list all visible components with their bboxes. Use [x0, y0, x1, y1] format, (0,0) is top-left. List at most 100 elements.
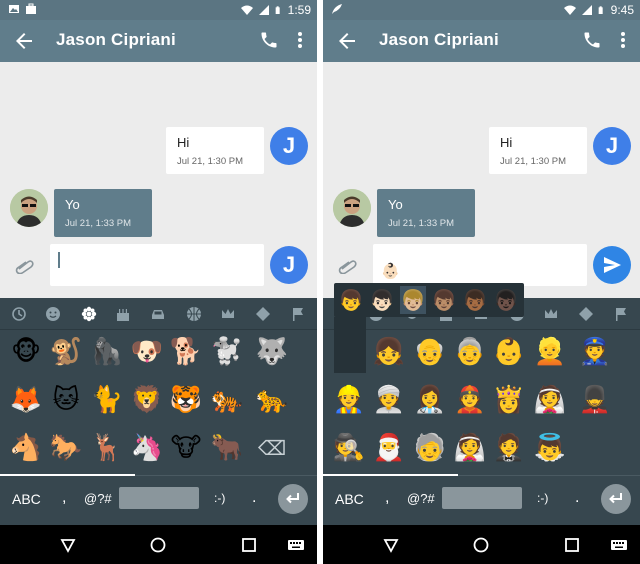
diamond-icon[interactable]	[255, 306, 271, 322]
emoji-key[interactable]: 🐆	[254, 382, 290, 418]
period-key[interactable]: .	[575, 489, 579, 507]
emoji-key[interactable]: 🐶	[129, 334, 165, 370]
phone-call-icon[interactable]	[582, 30, 602, 50]
emoji-key[interactable]: 🐵	[8, 334, 44, 370]
contact-avatar[interactable]	[333, 189, 371, 227]
skin-tone-option[interactable]: 👦🏽	[431, 286, 457, 314]
emoji-key[interactable]: 🦍	[89, 334, 125, 370]
emoji-key[interactable]: 🐂	[209, 430, 245, 466]
home-nav-icon[interactable]	[150, 537, 166, 553]
recents-nav-icon[interactable]	[241, 537, 257, 553]
emoji-key[interactable]: 🐕	[168, 334, 204, 370]
back-nav-icon[interactable]	[60, 537, 76, 553]
more-options-icon[interactable]	[293, 30, 307, 50]
send-button[interactable]	[593, 246, 631, 284]
enter-key[interactable]	[601, 484, 631, 514]
crown-icon[interactable]	[220, 306, 236, 322]
skin-tone-option[interactable]: 👦🏿	[493, 286, 519, 314]
period-key[interactable]: .	[252, 489, 256, 507]
keyboard-switch-icon[interactable]	[610, 537, 628, 553]
emoji-key[interactable]: 🦌	[89, 430, 125, 466]
skin-tone-option[interactable]: 👦🏼	[400, 286, 426, 314]
emoji-key[interactable]: 🐅	[209, 382, 245, 418]
emoji-key[interactable]: 👶	[491, 334, 527, 370]
emoji-key[interactable]: 👰	[452, 430, 488, 466]
smiley-icon[interactable]	[45, 306, 61, 322]
emoji-key[interactable]: 🐩	[209, 334, 245, 370]
emoji-key[interactable]: 💂	[577, 382, 613, 418]
emoji-key[interactable]: 🎅	[371, 430, 407, 466]
self-avatar[interactable]: J	[593, 127, 631, 165]
emoji-key[interactable]: 🧓	[412, 430, 448, 466]
incoming-message-bubble[interactable]: Yo Jul 21, 1:33 PM	[377, 189, 475, 237]
abc-key[interactable]: ABC	[12, 491, 41, 507]
cake-icon[interactable]	[115, 306, 131, 322]
emoji-key[interactable]: 👱	[532, 334, 568, 370]
emoji-key[interactable]: 👷	[331, 382, 367, 418]
emoji-key[interactable]: 👰	[532, 382, 568, 418]
comma-key[interactable]: ,	[385, 489, 389, 507]
emoji-key[interactable]: 🐮	[168, 430, 204, 466]
emoji-key[interactable]: 🐺	[254, 334, 290, 370]
emoji-key[interactable]: 👳	[371, 382, 407, 418]
comma-key[interactable]: ,	[62, 489, 66, 507]
flower-icon[interactable]	[81, 306, 97, 322]
emoji-key[interactable]: 👸	[491, 382, 527, 418]
emoji-key[interactable]: 👵	[452, 334, 488, 370]
symbols-key[interactable]: @?#	[407, 491, 435, 506]
recents-nav-icon[interactable]	[564, 537, 580, 553]
more-options-icon[interactable]	[616, 30, 630, 50]
crown-icon[interactable]	[543, 306, 559, 322]
emoji-key[interactable]: 🐴	[8, 430, 44, 466]
message-input[interactable]	[50, 244, 264, 286]
skin-tone-option[interactable]: 👦	[338, 286, 364, 314]
emoji-key[interactable]: 🦄	[129, 430, 165, 466]
emoticon-key[interactable]: :-)	[214, 491, 225, 505]
emoji-key[interactable]: 👼	[532, 430, 568, 466]
keyboard-switch-icon[interactable]	[287, 537, 305, 553]
flag-icon[interactable]	[290, 306, 306, 322]
backspace-key[interactable]: ⌫	[254, 430, 290, 466]
emoji-key[interactable]: 🐎	[48, 430, 84, 466]
incoming-message-bubble[interactable]: Yo Jul 21, 1:33 PM	[54, 189, 152, 237]
back-arrow-icon[interactable]	[12, 29, 36, 53]
outgoing-message-bubble[interactable]: Hi Jul 21, 1:30 PM	[489, 127, 587, 174]
attach-icon[interactable]	[14, 258, 36, 274]
emoji-key[interactable]: 🐈	[89, 382, 125, 418]
emoji-key[interactable]: 👮	[577, 334, 613, 370]
emoji-key[interactable]: 🕵	[331, 430, 367, 466]
emoticon-key[interactable]: :-)	[537, 491, 548, 505]
space-key[interactable]	[119, 487, 199, 509]
emoji-key[interactable]: 👧	[371, 334, 407, 370]
emoji-key[interactable]: 🦊	[8, 382, 44, 418]
contact-avatar[interactable]	[10, 189, 48, 227]
symbols-key[interactable]: @?#	[84, 491, 112, 506]
message-input[interactable]: 👶🏻	[373, 244, 587, 286]
send-avatar-button[interactable]: J	[270, 246, 308, 284]
emoji-key[interactable]: 🐯	[168, 382, 204, 418]
skin-tone-option[interactable]: 👦🏾	[462, 286, 488, 314]
flag-icon[interactable]	[613, 306, 629, 322]
enter-key[interactable]	[278, 484, 308, 514]
abc-key[interactable]: ABC	[335, 491, 364, 507]
emoji-key[interactable]: 🐒	[48, 334, 84, 370]
skin-tone-option[interactable]: 👦🏻	[369, 286, 395, 314]
emoji-key[interactable]: 🤵	[491, 430, 527, 466]
self-avatar[interactable]: J	[270, 127, 308, 165]
emoji-key[interactable]: 👲	[452, 382, 488, 418]
space-key[interactable]	[442, 487, 522, 509]
emoji-key[interactable]: 👩‍⚕️	[412, 382, 448, 418]
emoji-key[interactable]: 👴	[412, 334, 448, 370]
recent-icon[interactable]	[11, 306, 27, 322]
car-icon[interactable]	[150, 306, 166, 322]
home-nav-icon[interactable]	[473, 537, 489, 553]
diamond-icon[interactable]	[578, 306, 594, 322]
attach-icon[interactable]	[337, 258, 359, 274]
back-arrow-icon[interactable]	[335, 29, 359, 53]
phone-call-icon[interactable]	[259, 30, 279, 50]
emoji-key[interactable]: 🐱	[48, 382, 84, 418]
outgoing-message-bubble[interactable]: Hi Jul 21, 1:30 PM	[166, 127, 264, 174]
emoji-key[interactable]: 🦁	[129, 382, 165, 418]
ball-icon[interactable]	[186, 306, 202, 322]
back-nav-icon[interactable]	[383, 537, 399, 553]
